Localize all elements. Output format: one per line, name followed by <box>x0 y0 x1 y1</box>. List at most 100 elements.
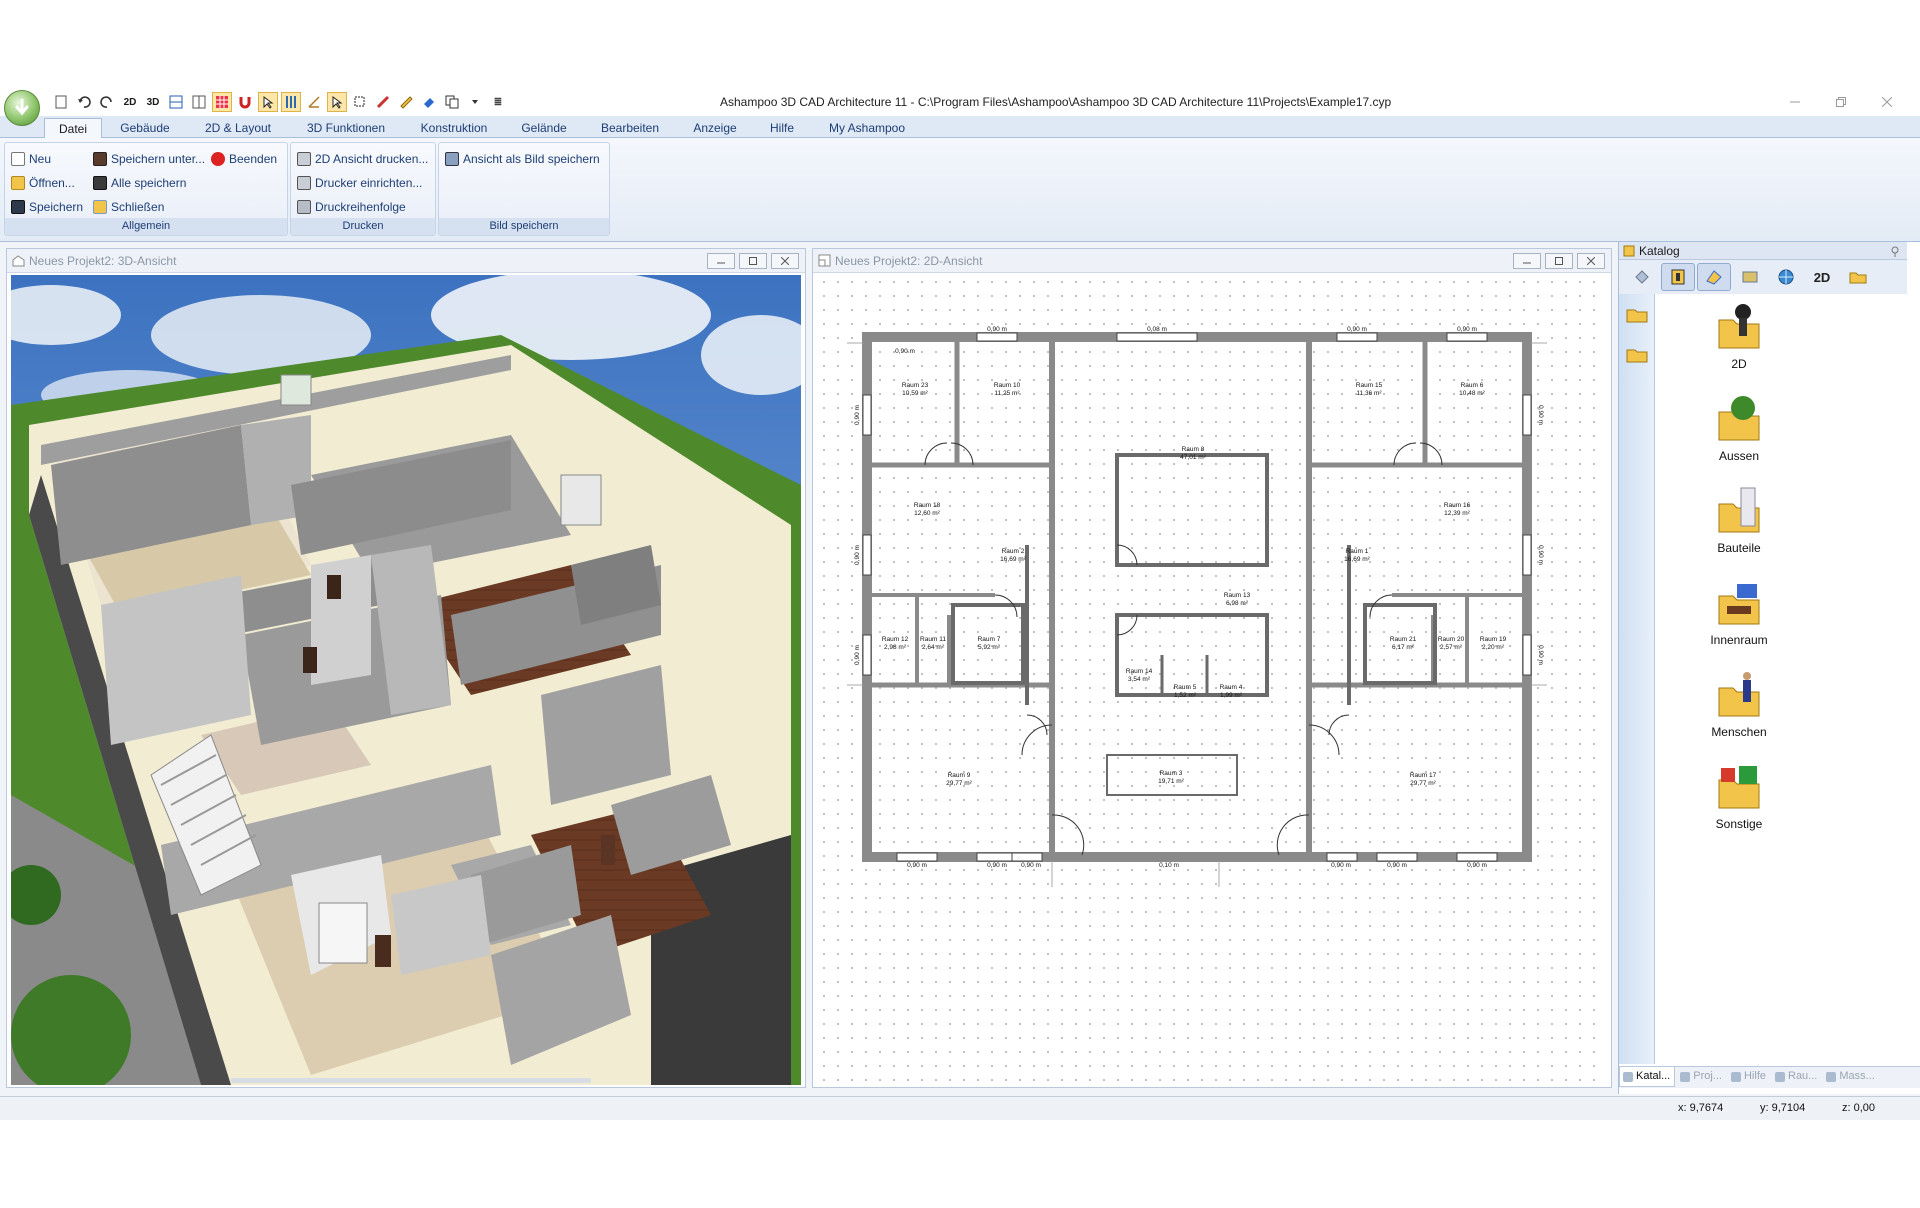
status-y-coordinate: y: 9,7104 <box>1760 1102 1806 1114</box>
grid-icon[interactable] <box>212 92 232 112</box>
open-button[interactable]: Öffnen... <box>11 173 75 193</box>
print-2d-button[interactable]: 2D Ansicht drucken... <box>297 149 428 169</box>
view-2d-canvas[interactable]: Raum 23 10,59 m² Raum 10 11,25 m² Raum 1… <box>817 275 1607 1085</box>
tab-gelaende[interactable]: Gelände <box>514 118 574 139</box>
new-button[interactable]: Neu <box>11 149 51 169</box>
tab-3d-funktionen[interactable]: 3D Funktionen <box>298 118 394 139</box>
status-x-coordinate: x: 9,7674 <box>1678 1102 1724 1114</box>
pin-icon[interactable] <box>1889 245 1901 257</box>
magnet-icon[interactable] <box>235 92 255 112</box>
catalog-item-aussen[interactable]: Aussen <box>1689 392 1789 463</box>
catalog-objects-icon[interactable] <box>1697 263 1731 291</box>
chevron-down-icon[interactable] <box>465 92 485 112</box>
catalog-folder-icon[interactable] <box>1841 263 1875 291</box>
customize-qat-button[interactable]: ≣ <box>488 92 508 112</box>
room-label: Raum 23 <box>902 382 929 389</box>
save-as-image-button[interactable]: Ansicht als Bild speichern <box>445 149 600 169</box>
tab-2d-layout[interactable]: 2D & Layout <box>196 118 280 139</box>
view-2d-titlebar[interactable]: Neues Projekt2: 2D-Ansicht <box>813 249 1611 273</box>
tab-help[interactable]: Hilfe <box>1728 1067 1770 1087</box>
catalog-item-sonstige[interactable]: Sonstige <box>1689 760 1789 831</box>
printer-setup-button[interactable]: Drucker einrichten... <box>297 173 422 193</box>
view-2d-close-button[interactable] <box>1577 253 1605 269</box>
angle-icon[interactable] <box>304 92 324 112</box>
catalog-2d-button[interactable]: 2D <box>1805 263 1839 291</box>
room-label: Raum 5 <box>1174 684 1197 691</box>
view-3d-button[interactable]: 3D <box>143 92 163 112</box>
tab-my-ashampoo[interactable]: My Ashampoo <box>822 118 912 139</box>
application-menu-button[interactable] <box>4 90 40 126</box>
tab-rooms[interactable]: Rau... <box>1772 1067 1821 1087</box>
tab-konstruktion[interactable]: Konstruktion <box>412 118 496 139</box>
view-3d-canvas[interactable] <box>11 275 801 1085</box>
ribbon-tab-bar: Datei Gebäude 2D & Layout 3D Funktionen … <box>0 116 1920 139</box>
catalog-title: Katalog <box>1639 244 1680 258</box>
catalog-home-icon[interactable] <box>1661 263 1695 291</box>
tab-hilfe[interactable]: Hilfe <box>760 118 804 139</box>
people-icon <box>1718 672 1760 717</box>
ortho-icon[interactable] <box>281 92 301 112</box>
room-label: Raum 8 <box>1182 446 1205 453</box>
dimension-label: 0,90 m <box>1467 862 1487 869</box>
catalog-materials-icon[interactable] <box>1733 263 1767 291</box>
view-3d-close-button[interactable] <box>771 253 799 269</box>
tab-bearbeiten[interactable]: Bearbeiten <box>592 118 668 139</box>
exit-button[interactable]: Beenden <box>211 149 277 169</box>
copy-icon[interactable] <box>442 92 462 112</box>
catalog-item-bauteile[interactable]: Bauteile <box>1689 484 1789 555</box>
vertical-split-icon[interactable] <box>189 92 209 112</box>
close-button[interactable] <box>1864 90 1910 114</box>
save-button[interactable]: Speichern <box>11 197 83 217</box>
view-2d-button[interactable]: 2D <box>120 92 140 112</box>
catalog-icon <box>1623 245 1635 257</box>
catalog-globe-icon[interactable] <box>1769 263 1803 291</box>
catalog-item-menschen[interactable]: Menschen <box>1689 668 1789 739</box>
catalog-item-innenraum[interactable]: Innenraum <box>1689 576 1789 647</box>
save-all-button[interactable]: Alle speichern <box>93 173 186 193</box>
status-bar: x: 9,7674 y: 9,7104 z: 0,00 <box>0 1096 1920 1120</box>
select-window-icon[interactable] <box>350 92 370 112</box>
view-3d-restore-button[interactable] <box>739 253 767 269</box>
tab-project[interactable]: Proj... <box>1677 1067 1726 1087</box>
room-area: 16,69 m² <box>1000 556 1026 563</box>
group-drucken: 2D Ansicht drucken... Drucker einrichten… <box>290 142 436 236</box>
save-as-icon <box>93 152 107 166</box>
printer-icon <box>297 152 311 166</box>
favorites-folder-icon[interactable] <box>1625 302 1649 326</box>
catalog-arrow-icon[interactable] <box>1625 263 1659 291</box>
catalog-item-2d[interactable]: 2D <box>1689 300 1789 371</box>
horizontal-split-icon[interactable] <box>166 92 186 112</box>
view-2d-minimize-button[interactable] <box>1513 253 1541 269</box>
redo-icon[interactable] <box>97 92 117 112</box>
undo-icon[interactable] <box>74 92 94 112</box>
minimize-button[interactable] <box>1772 90 1818 114</box>
pointer-icon[interactable] <box>327 92 347 112</box>
view-3d-minimize-button[interactable] <box>707 253 735 269</box>
tab-gebaeude[interactable]: Gebäude <box>112 118 178 139</box>
save-as-image-label: Ansicht als Bild speichern <box>463 152 600 166</box>
view-2d-title: Neues Projekt2: 2D-Ansicht <box>835 254 983 268</box>
save-all-label: Alle speichern <box>111 176 187 190</box>
snap-cursor-icon[interactable] <box>258 92 278 112</box>
printer-setup-label: Drucker einrichten... <box>315 176 423 190</box>
tab-anzeige[interactable]: Anzeige <box>686 118 744 139</box>
save-as-button[interactable]: Speichern unter... <box>93 149 205 169</box>
eraser-icon[interactable] <box>419 92 439 112</box>
new-file-icon[interactable] <box>51 92 71 112</box>
recent-folder-icon[interactable] <box>1625 342 1649 366</box>
close-project-button[interactable]: Schließen <box>93 197 164 217</box>
room-area: 2,57 m² <box>1440 644 1463 651</box>
view-3d-scrollbar[interactable] <box>231 1078 591 1083</box>
view-2d-restore-button[interactable] <box>1545 253 1573 269</box>
ruler-icon[interactable] <box>396 92 416 112</box>
dimension-label: 0,90 m <box>854 405 861 425</box>
room-area: 12,39 m² <box>1444 510 1470 517</box>
tab-datei[interactable]: Datei <box>44 118 102 139</box>
tab-mass[interactable]: Mass... <box>1823 1067 1878 1087</box>
print-order-button[interactable]: Druckreihenfolge <box>297 197 406 217</box>
restore-button[interactable] <box>1818 90 1864 114</box>
group-bild-speichern: Ansicht als Bild speichern Bild speicher… <box>438 142 610 236</box>
measure-icon[interactable] <box>373 92 393 112</box>
view-3d-titlebar[interactable]: Neues Projekt2: 3D-Ansicht <box>7 249 805 273</box>
tab-catalog[interactable]: Katal... <box>1619 1067 1676 1087</box>
